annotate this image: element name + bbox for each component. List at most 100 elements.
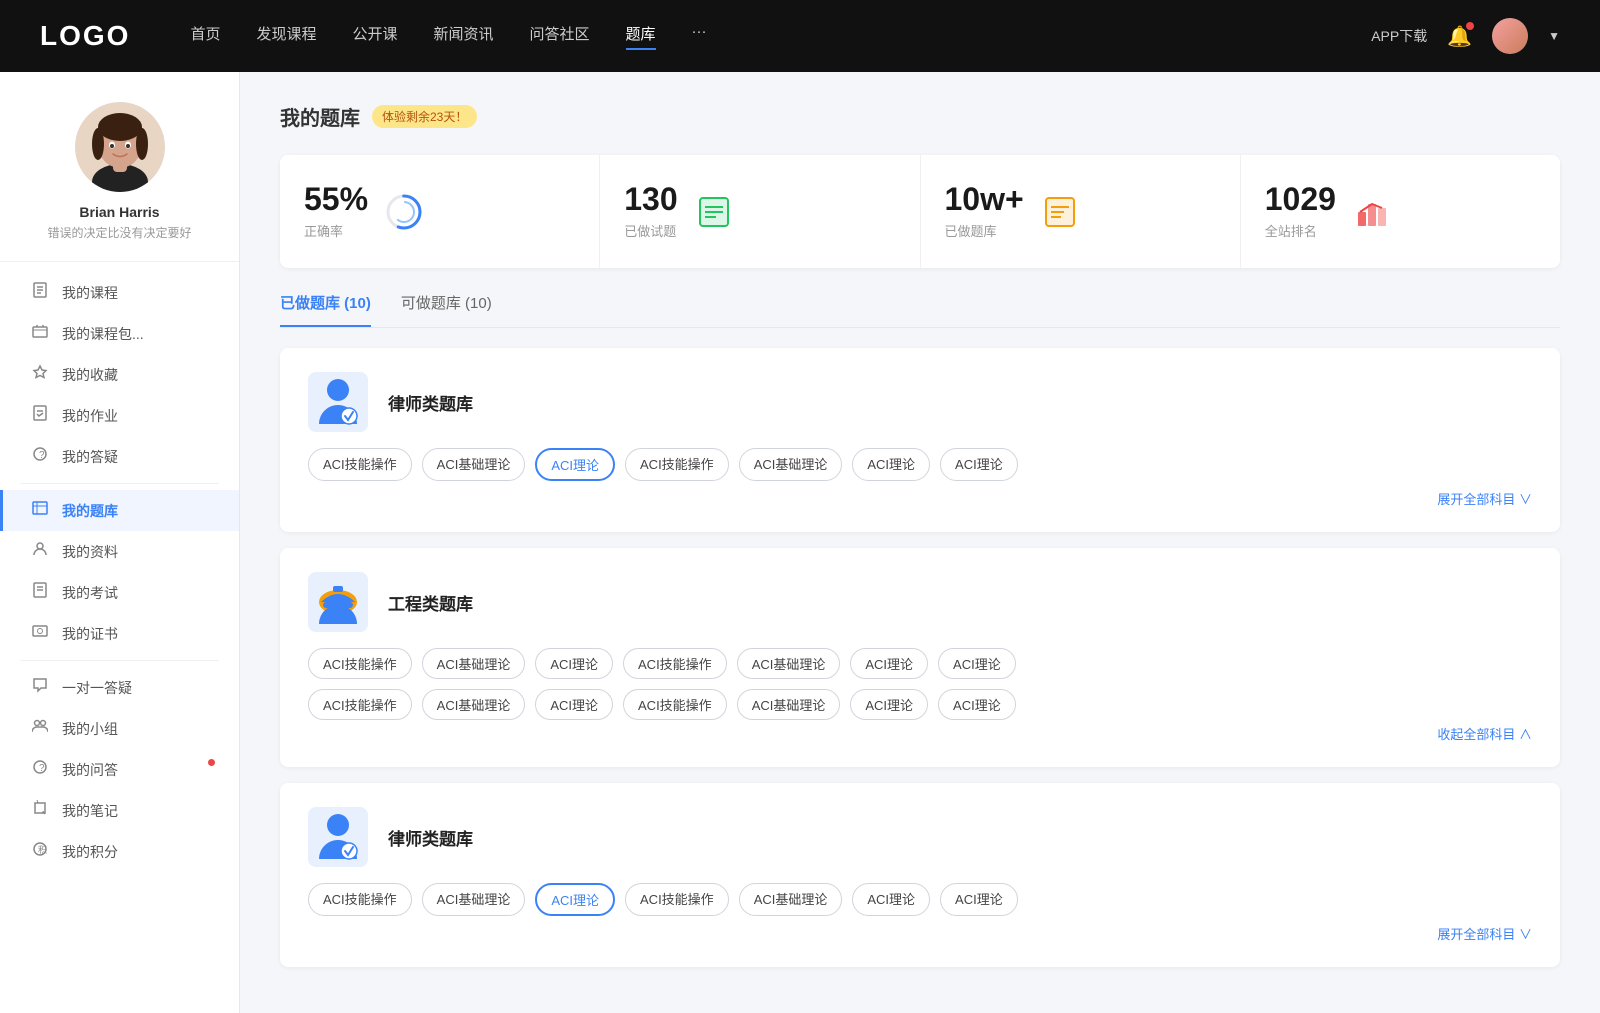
bank-card-1-header: 律师类题库 (308, 372, 1532, 432)
tag-2-11[interactable]: ACI技能操作 (623, 689, 727, 720)
nav-discover[interactable]: 发现课程 (256, 23, 316, 50)
tag-2-14[interactable]: ACI理论 (938, 689, 1016, 720)
tag-1-1[interactable]: ACI技能操作 (308, 448, 412, 481)
sidebar-item-mygroup[interactable]: 我的小组 (0, 708, 239, 749)
page-title: 我的题库 (280, 102, 360, 131)
nav-menu: 首页 发现课程 公开课 新闻资讯 问答社区 题库 ··· (190, 23, 1371, 50)
tag-3-3[interactable]: ACI理论 (535, 883, 615, 916)
tag-1-5[interactable]: ACI基础理论 (739, 448, 843, 481)
stat-accuracy-value: 55% (304, 183, 368, 215)
stat-done-questions: 130 已做试题 (600, 155, 920, 268)
myquestionbank-icon (30, 500, 50, 521)
tab-available-banks[interactable]: 可做题库 (10) (401, 292, 492, 327)
tag-2-6[interactable]: ACI理论 (850, 648, 928, 679)
sidebar-item-myprofile[interactable]: 我的资料 (0, 531, 239, 572)
tag-3-6[interactable]: ACI理论 (852, 883, 930, 916)
tag-1-4[interactable]: ACI技能操作 (625, 448, 729, 481)
tag-3-1[interactable]: ACI技能操作 (308, 883, 412, 916)
main-content: 我的题库 体验剩余23天！ 55% 正确率 (240, 72, 1600, 1013)
main-layout: Brian Harris 错误的决定比没有决定要好 我的课程 我的课程包... (0, 72, 1600, 1013)
tag-2-12[interactable]: ACI基础理论 (737, 689, 841, 720)
bank-card-2-name: 工程类题库 (388, 590, 473, 615)
tag-2-4[interactable]: ACI技能操作 (623, 648, 727, 679)
nav-more[interactable]: ··· (692, 23, 707, 50)
sidebar: Brian Harris 错误的决定比没有决定要好 我的课程 我的课程包... (0, 72, 240, 1013)
mypoints-icon: 积 (30, 841, 50, 862)
tag-2-7[interactable]: ACI理论 (938, 648, 1016, 679)
tag-2-1[interactable]: ACI技能操作 (308, 648, 412, 679)
bank-card-1-tags: ACI技能操作 ACI基础理论 ACI理论 ACI技能操作 ACI基础理论 AC… (308, 448, 1532, 481)
sidebar-label-myexam: 我的考试 (62, 583, 118, 603)
nav-qa[interactable]: 问答社区 (530, 23, 590, 50)
sidebar-item-myqa[interactable]: ? 我的答疑 (0, 436, 239, 477)
done-banks-icon (1040, 192, 1080, 232)
svg-text:?: ? (39, 450, 45, 461)
tag-2-13[interactable]: ACI理论 (850, 689, 928, 720)
sidebar-label-mygroup: 我的小组 (62, 719, 118, 739)
bank-card-3: 律师类题库 ACI技能操作 ACI基础理论 ACI理论 ACI技能操作 ACI基… (280, 783, 1560, 967)
sidebar-item-mynotes[interactable]: 我的笔记 (0, 790, 239, 831)
stat-done-banks-value: 10w+ (945, 183, 1024, 215)
tag-3-5[interactable]: ACI基础理论 (739, 883, 843, 916)
sidebar-label-myqa: 我的答疑 (62, 447, 118, 467)
tag-2-3[interactable]: ACI理论 (535, 648, 613, 679)
sidebar-item-mycourse[interactable]: 我的课程 (0, 272, 239, 313)
bank-card-1-expand[interactable]: 展开全部科目 ∨ (308, 489, 1532, 508)
sidebar-item-myexam[interactable]: 我的考试 (0, 572, 239, 613)
nav-home[interactable]: 首页 (190, 23, 220, 50)
tag-2-8[interactable]: ACI技能操作 (308, 689, 412, 720)
sidebar-item-myfavorites[interactable]: 我的收藏 (0, 354, 239, 395)
bank-card-2: 工程类题库 ACI技能操作 ACI基础理论 ACI理论 ACI技能操作 ACI基… (280, 548, 1560, 767)
stat-rank: 1029 全站排名 (1241, 155, 1560, 268)
tag-3-2[interactable]: ACI基础理论 (422, 883, 526, 916)
stat-done-banks-label: 已做题库 (945, 221, 1024, 240)
tag-2-10[interactable]: ACI理论 (535, 689, 613, 720)
sidebar-item-myquestions[interactable]: ? 我的问答 (0, 749, 239, 790)
bank-card-2-icon (308, 572, 368, 632)
mycert-icon (30, 623, 50, 644)
avatar-chevron-icon[interactable]: ▼ (1548, 29, 1560, 43)
bank-card-3-expand[interactable]: 展开全部科目 ∨ (308, 924, 1532, 943)
sidebar-item-myhomework[interactable]: 我的作业 (0, 395, 239, 436)
sidebar-label-myfavorites: 我的收藏 (62, 365, 118, 385)
bank-card-1-icon (308, 372, 368, 432)
sidebar-label-myquestionbank: 我的题库 (62, 501, 118, 521)
app-download-button[interactable]: APP下载 (1371, 26, 1427, 46)
sidebar-label-myprofile: 我的资料 (62, 542, 118, 562)
nav-questionbank[interactable]: 题库 (626, 23, 656, 50)
stat-accuracy: 55% 正确率 (280, 155, 600, 268)
sidebar-item-tutoring[interactable]: 一对一答疑 (0, 667, 239, 708)
tag-2-2[interactable]: ACI基础理论 (422, 648, 526, 679)
sidebar-label-mypoints: 我的积分 (62, 842, 118, 862)
sidebar-item-mypackage[interactable]: 我的课程包... (0, 313, 239, 354)
tag-1-7[interactable]: ACI理论 (940, 448, 1018, 481)
avatar-image (1492, 18, 1528, 54)
tab-done-banks[interactable]: 已做题库 (10) (280, 292, 371, 327)
sidebar-label-mycourse: 我的课程 (62, 283, 118, 303)
tag-2-5[interactable]: ACI基础理论 (737, 648, 841, 679)
tag-1-6[interactable]: ACI理论 (852, 448, 930, 481)
nav-opencourse[interactable]: 公开课 (352, 23, 397, 50)
tag-2-9[interactable]: ACI基础理论 (422, 689, 526, 720)
sidebar-divider-1 (20, 483, 219, 484)
sidebar-item-mycert[interactable]: 我的证书 (0, 613, 239, 654)
notification-bell[interactable]: 🔔 (1447, 24, 1472, 49)
bank-card-2-collapse[interactable]: 收起全部科目 ∧ (308, 724, 1532, 743)
navbar-right: APP下载 🔔 ▼ (1371, 18, 1560, 54)
bank-card-3-header: 律师类题库 (308, 807, 1532, 867)
sidebar-item-myquestionbank[interactable]: 我的题库 (0, 490, 239, 531)
sidebar-label-mynotes: 我的笔记 (62, 801, 118, 821)
user-avatar[interactable] (1492, 18, 1528, 54)
nav-news[interactable]: 新闻资讯 (434, 23, 494, 50)
tag-3-4[interactable]: ACI技能操作 (625, 883, 729, 916)
tag-3-7[interactable]: ACI理论 (940, 883, 1018, 916)
logo[interactable]: LOGO (40, 20, 130, 52)
done-questions-icon (694, 192, 734, 232)
sidebar-label-mycert: 我的证书 (62, 624, 118, 644)
sidebar-motto: 错误的决定比没有决定要好 (47, 224, 191, 241)
myfavorites-icon (30, 364, 50, 385)
mygroup-icon (30, 718, 50, 739)
sidebar-item-mypoints[interactable]: 积 我的积分 (0, 831, 239, 872)
tag-1-2[interactable]: ACI基础理论 (422, 448, 526, 481)
tag-1-3[interactable]: ACI理论 (535, 448, 615, 481)
